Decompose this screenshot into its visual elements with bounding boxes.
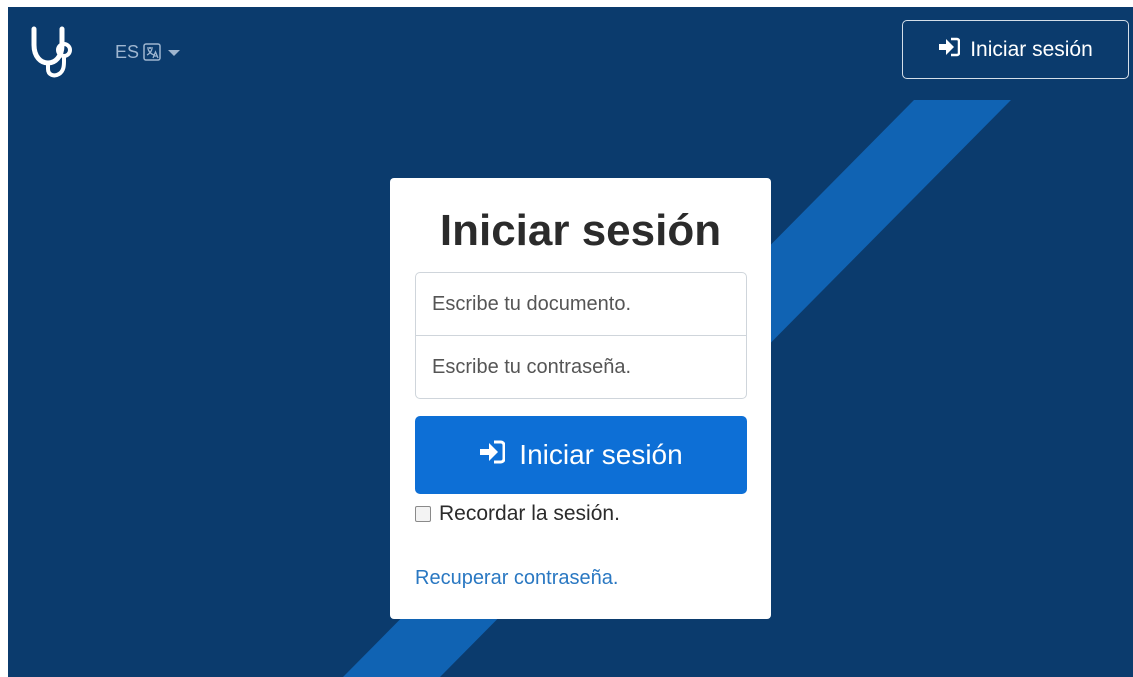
login-submit-button[interactable]: Iniciar sesión — [415, 416, 747, 494]
remember-session: Recordar la sesión. — [415, 502, 620, 526]
caret-down-icon — [168, 50, 181, 56]
remember-checkbox[interactable] — [415, 506, 431, 522]
login-card: Iniciar sesión Iniciar sesión Recordar l… — [390, 178, 771, 619]
sign-in-icon — [938, 37, 961, 63]
page-background: ES Iniciar sesión Iniciar sesión Escribe… — [8, 7, 1133, 677]
stethoscope-icon[interactable] — [26, 23, 82, 79]
login-submit-label: Iniciar sesión — [519, 439, 683, 470]
navbar-login-label: Iniciar sesión — [970, 37, 1093, 61]
remember-label: Recordar la sesión. — [439, 502, 620, 525]
password-input[interactable] — [415, 335, 747, 399]
navbar-login-button[interactable]: Iniciar sesión — [902, 20, 1129, 79]
translate-icon — [143, 43, 161, 61]
language-code: ES — [115, 41, 140, 62]
language-selector[interactable]: ES — [115, 41, 181, 63]
login-title: Iniciar sesión — [439, 206, 722, 255]
document-input[interactable] — [415, 272, 747, 336]
sign-in-icon — [479, 439, 506, 471]
recover-password-link[interactable]: Recuperar contraseña. — [415, 567, 618, 590]
